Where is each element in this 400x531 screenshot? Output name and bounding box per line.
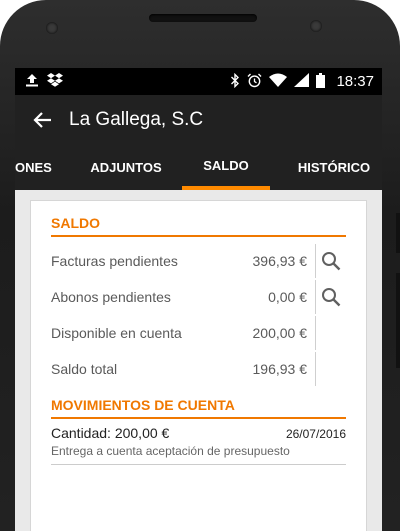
bluetooth-icon [230, 72, 240, 91]
phone-speaker [149, 14, 257, 22]
row-label: Disponible en cuenta [51, 325, 182, 341]
tab-historico[interactable]: HISTÓRICO [287, 145, 381, 190]
saldo-heading: SALDO [51, 215, 346, 237]
upload-icon [25, 73, 39, 90]
phone-frame: 18:37 La Gallega, S.C ONES ADJUNTOS SALD… [0, 0, 400, 531]
screen: 18:37 La Gallega, S.C ONES ADJUNTOS SALD… [15, 68, 382, 531]
tab-partial[interactable]: ONES [15, 145, 52, 190]
row-label: Saldo total [51, 361, 118, 377]
movement-date: 26/07/2016 [285, 427, 346, 441]
arrow-left-icon [33, 112, 51, 128]
divider [51, 464, 346, 465]
saldo-row-disponible: Disponible en cuenta 200,00 € [51, 315, 346, 351]
saldo-row-total: Saldo total 196,93 € [51, 351, 346, 387]
row-label: Facturas pendientes [51, 253, 178, 269]
list-item[interactable]: Cantidad: 200,00 € 26/07/2016 Entrega a … [51, 419, 346, 465]
battery-icon [316, 72, 326, 91]
status-bar: 18:37 [15, 68, 382, 95]
power-button [396, 273, 400, 368]
row-value: 396,93 € [252, 253, 308, 269]
alarm-icon [247, 73, 262, 91]
saldo-row-abonos: Abonos pendientes 0,00 € [51, 279, 346, 315]
back-button[interactable] [15, 111, 69, 129]
row-action-empty [315, 316, 346, 350]
tab-bar: ONES ADJUNTOS SALDO HISTÓRICO [15, 145, 382, 190]
wifi-icon [269, 73, 288, 90]
saldo-card: SALDO Facturas pendientes 396,93 € Abono… [30, 200, 367, 531]
status-time: 18:37 [336, 73, 374, 90]
search-facturas-button[interactable] [315, 244, 346, 278]
movement-amount: Cantidad: 200,00 € [51, 425, 170, 441]
tab-adjuntos[interactable]: ADJUNTOS [83, 145, 169, 190]
tab-saldo[interactable]: SALDO [182, 145, 270, 190]
front-camera [46, 22, 58, 34]
row-value: 0,00 € [268, 289, 307, 305]
volume-button [396, 213, 400, 253]
row-value: 200,00 € [252, 325, 308, 341]
row-action-empty [315, 352, 346, 386]
saldo-row-facturas: Facturas pendientes 396,93 € [51, 243, 346, 279]
movement-description: Entrega a cuenta aceptación de presupues… [51, 444, 290, 458]
search-icon [322, 288, 341, 307]
dropbox-icon [47, 73, 63, 90]
movimientos-heading: MOVIMIENTOS DE CUENTA [51, 397, 346, 419]
page-title: La Gallega, S.C [69, 109, 204, 130]
app-bar: La Gallega, S.C [15, 95, 382, 145]
row-label: Abonos pendientes [51, 289, 171, 305]
content-area: SALDO Facturas pendientes 396,93 € Abono… [15, 190, 382, 531]
search-icon [322, 252, 341, 271]
row-value: 196,93 € [252, 361, 308, 377]
search-abonos-button[interactable] [315, 280, 346, 314]
proximity-sensor [310, 20, 322, 32]
signal-icon [294, 73, 310, 90]
